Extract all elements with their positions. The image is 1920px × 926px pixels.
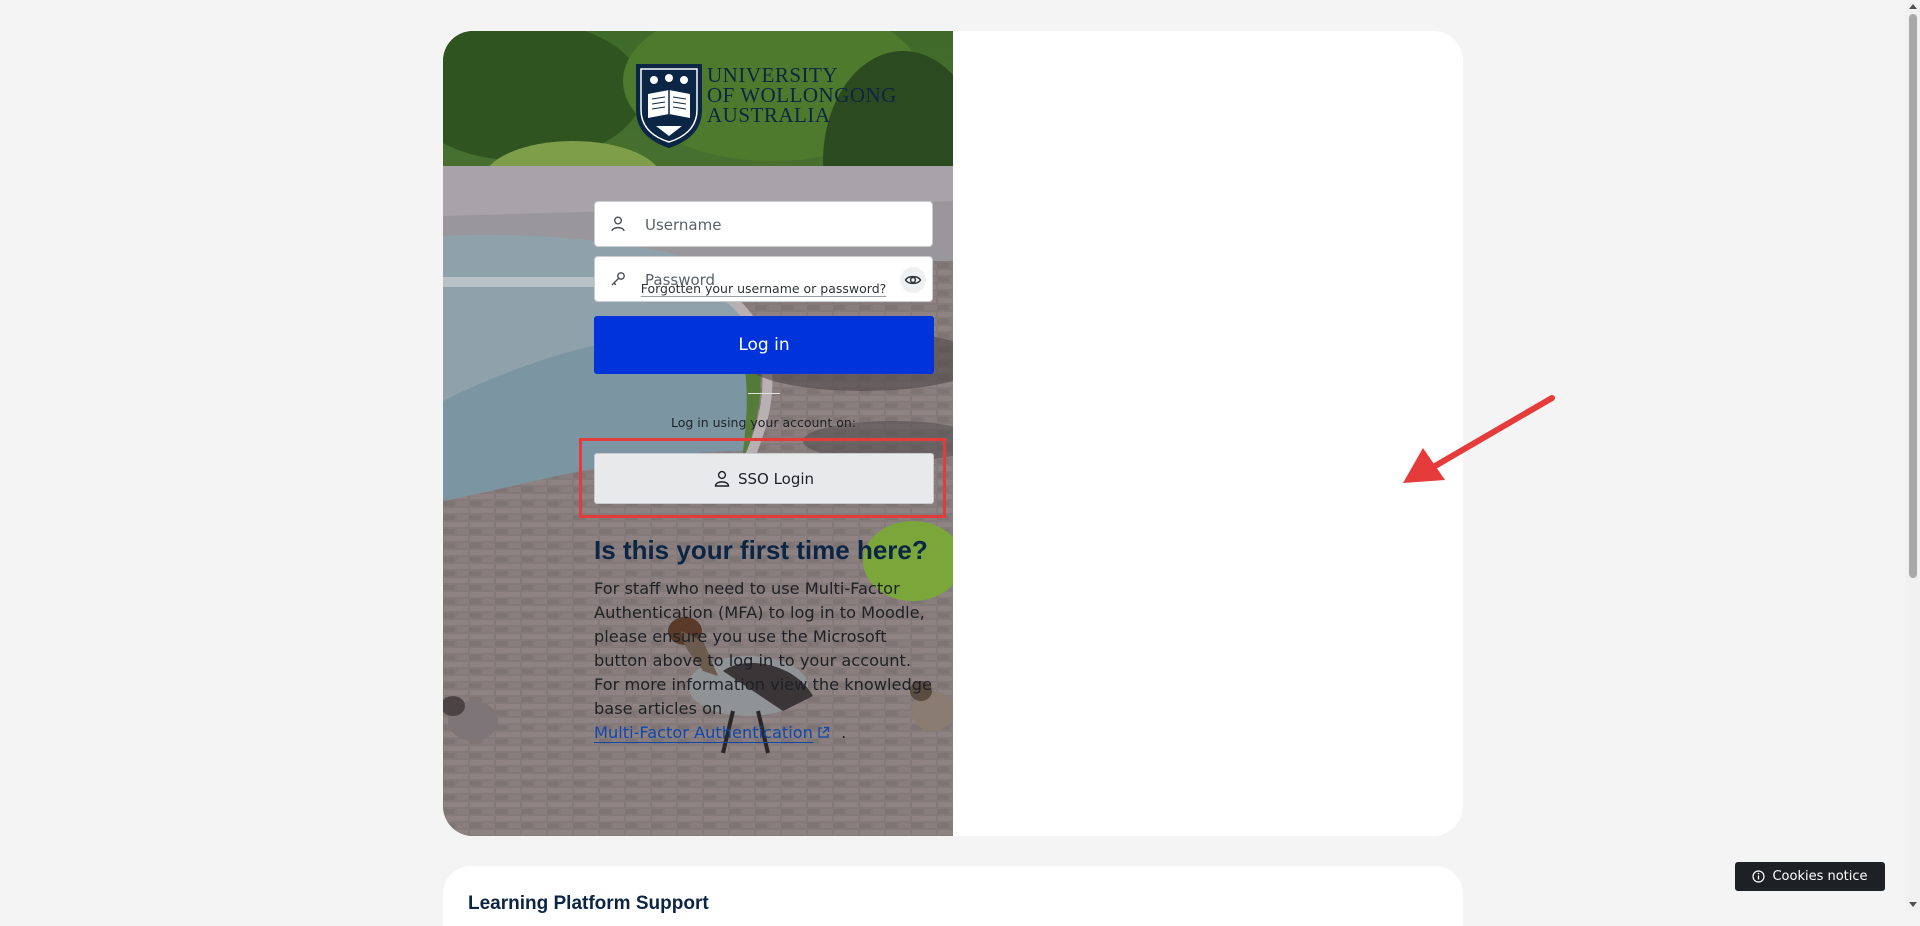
wordmark-line-3: AUSTRALIA — [707, 103, 831, 127]
info-icon — [1752, 870, 1766, 883]
university-logo: UNIVERSITY OF WOLLONGONG AUSTRALIA — [634, 62, 904, 150]
sso-login-button[interactable]: SSO Login — [594, 453, 934, 504]
username-field — [594, 201, 933, 248]
wordmark-line-2: OF WOLLONGONG — [707, 83, 897, 107]
link-period: . — [841, 723, 847, 742]
first-time-text: For staff who need to use Multi-Factor A… — [594, 579, 932, 718]
scroll-down-arrow-icon[interactable] — [1909, 900, 1917, 908]
login-button[interactable]: Log in — [594, 316, 934, 374]
support-panel: Learning Platform Support — [443, 866, 1463, 926]
cookies-notice-label: Cookies notice — [1772, 869, 1868, 884]
cookies-notice-button[interactable]: Cookies notice — [1735, 862, 1885, 891]
page-scrollbar[interactable] — [1906, 0, 1920, 911]
wordmark-line-1: UNIVERSITY — [707, 63, 838, 87]
divider — [748, 393, 780, 394]
first-time-body: For staff who need to use Multi-Factor A… — [594, 577, 939, 745]
forgot-credentials-link[interactable]: Forgotten your username or password? — [594, 281, 933, 296]
username-input[interactable] — [643, 202, 897, 248]
user-icon — [611, 216, 625, 232]
password-input[interactable] — [643, 257, 897, 303]
annotation-arrow-icon — [1403, 395, 1555, 483]
external-link-icon — [818, 726, 830, 738]
login-pane — [953, 31, 1463, 836]
mfa-article-link[interactable]: Multi-Factor Authentication — [594, 723, 813, 742]
university-wordmark: UNIVERSITY OF WOLLONGONG AUSTRALIA — [707, 63, 897, 127]
first-time-heading: Is this your first time here? — [594, 535, 928, 565]
scrollbar-thumb[interactable] — [1909, 14, 1917, 578]
user-icon — [714, 470, 730, 487]
alternate-login-label: Log in using your account on: — [670, 415, 857, 430]
sso-login-label: SSO Login — [737, 469, 815, 488]
support-heading: Learning Platform Support — [468, 893, 709, 914]
university-crest-icon — [636, 64, 702, 149]
scroll-up-arrow-icon[interactable] — [1909, 3, 1917, 11]
